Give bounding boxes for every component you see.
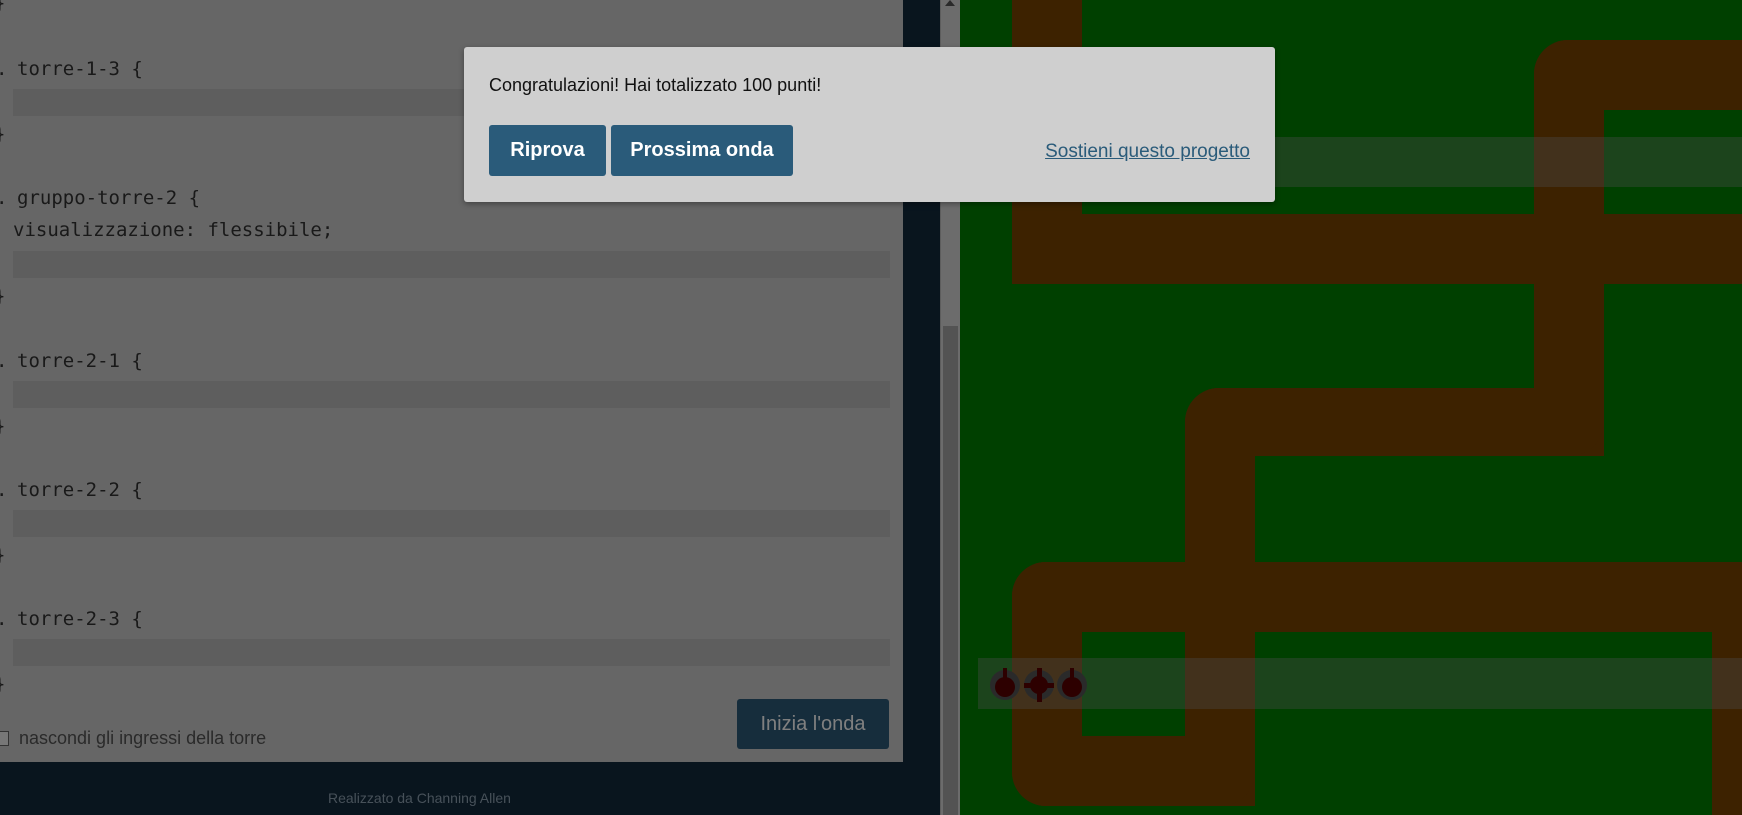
retry-button[interactable]: Riprova: [489, 125, 606, 176]
next-wave-button[interactable]: Prossima onda: [611, 125, 793, 176]
congratulations-dialog: Congratulazioni! Hai totalizzato 100 pun…: [464, 47, 1275, 202]
dialog-message: Congratulazioni! Hai totalizzato 100 pun…: [489, 75, 822, 95]
support-project-link[interactable]: Sostieni questo progetto: [1045, 141, 1250, 163]
